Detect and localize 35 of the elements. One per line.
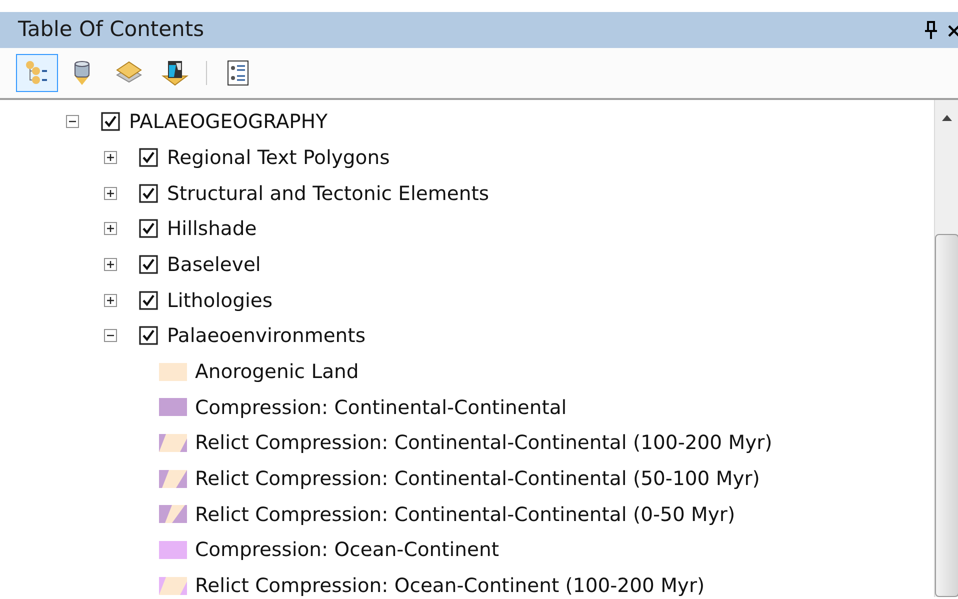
checkbox[interactable] <box>139 148 158 168</box>
expand-icon[interactable] <box>104 186 117 200</box>
checkbox[interactable] <box>139 219 158 238</box>
legend-label: Relict Compression: Continental-Continental (50-100 Myr) <box>195 466 760 492</box>
layer-name[interactable]: Structural and Tectonic Elements <box>167 178 490 208</box>
expand-icon[interactable] <box>104 151 117 164</box>
layer-name[interactable]: Baselevel <box>167 250 261 280</box>
legend-label: Anorogenic Land <box>195 359 359 386</box>
legend-label: Relict Compression: Ocean-Continent (100-200 Myr) <box>195 573 705 599</box>
layer-name[interactable]: PALAEOGEOGRAPHY <box>129 107 328 136</box>
layer-name[interactable]: Regional Text Polygons <box>167 142 390 172</box>
collapse-icon[interactable] <box>66 115 79 128</box>
checkbox[interactable] <box>139 326 158 346</box>
legend-label: Compression: Continental-Continental <box>195 394 567 421</box>
scrollbar[interactable] <box>934 100 958 597</box>
layer-name[interactable]: Palaeoenvironments <box>167 321 366 351</box>
pin-icon[interactable] <box>924 21 938 39</box>
layer-name[interactable]: Lithologies <box>167 286 273 315</box>
scroll-up-icon[interactable] <box>942 115 952 121</box>
legend-label: Relict Compression: Continental-Continental (100-200 Myr) <box>195 430 772 456</box>
window-title: Table Of Contents <box>18 16 206 44</box>
checkbox[interactable] <box>139 290 158 310</box>
selection-layer-icon <box>161 59 189 87</box>
legend-label: Relict Compression: Continental-Continental (0-50 Myr) <box>195 502 736 528</box>
scroll-thumb[interactable] <box>934 234 958 597</box>
checkbox[interactable] <box>139 184 158 203</box>
expand-icon[interactable] <box>104 294 117 307</box>
layer-name[interactable]: Hillshade <box>167 214 257 244</box>
legend-label: Compression: Ocean-Continent <box>195 537 500 564</box>
expand-icon[interactable] <box>104 258 117 272</box>
close-icon[interactable] <box>948 23 958 37</box>
expand-icon[interactable] <box>104 222 117 236</box>
collapse-icon[interactable] <box>104 329 117 342</box>
checkbox[interactable] <box>139 255 158 274</box>
checkbox[interactable] <box>101 112 120 132</box>
